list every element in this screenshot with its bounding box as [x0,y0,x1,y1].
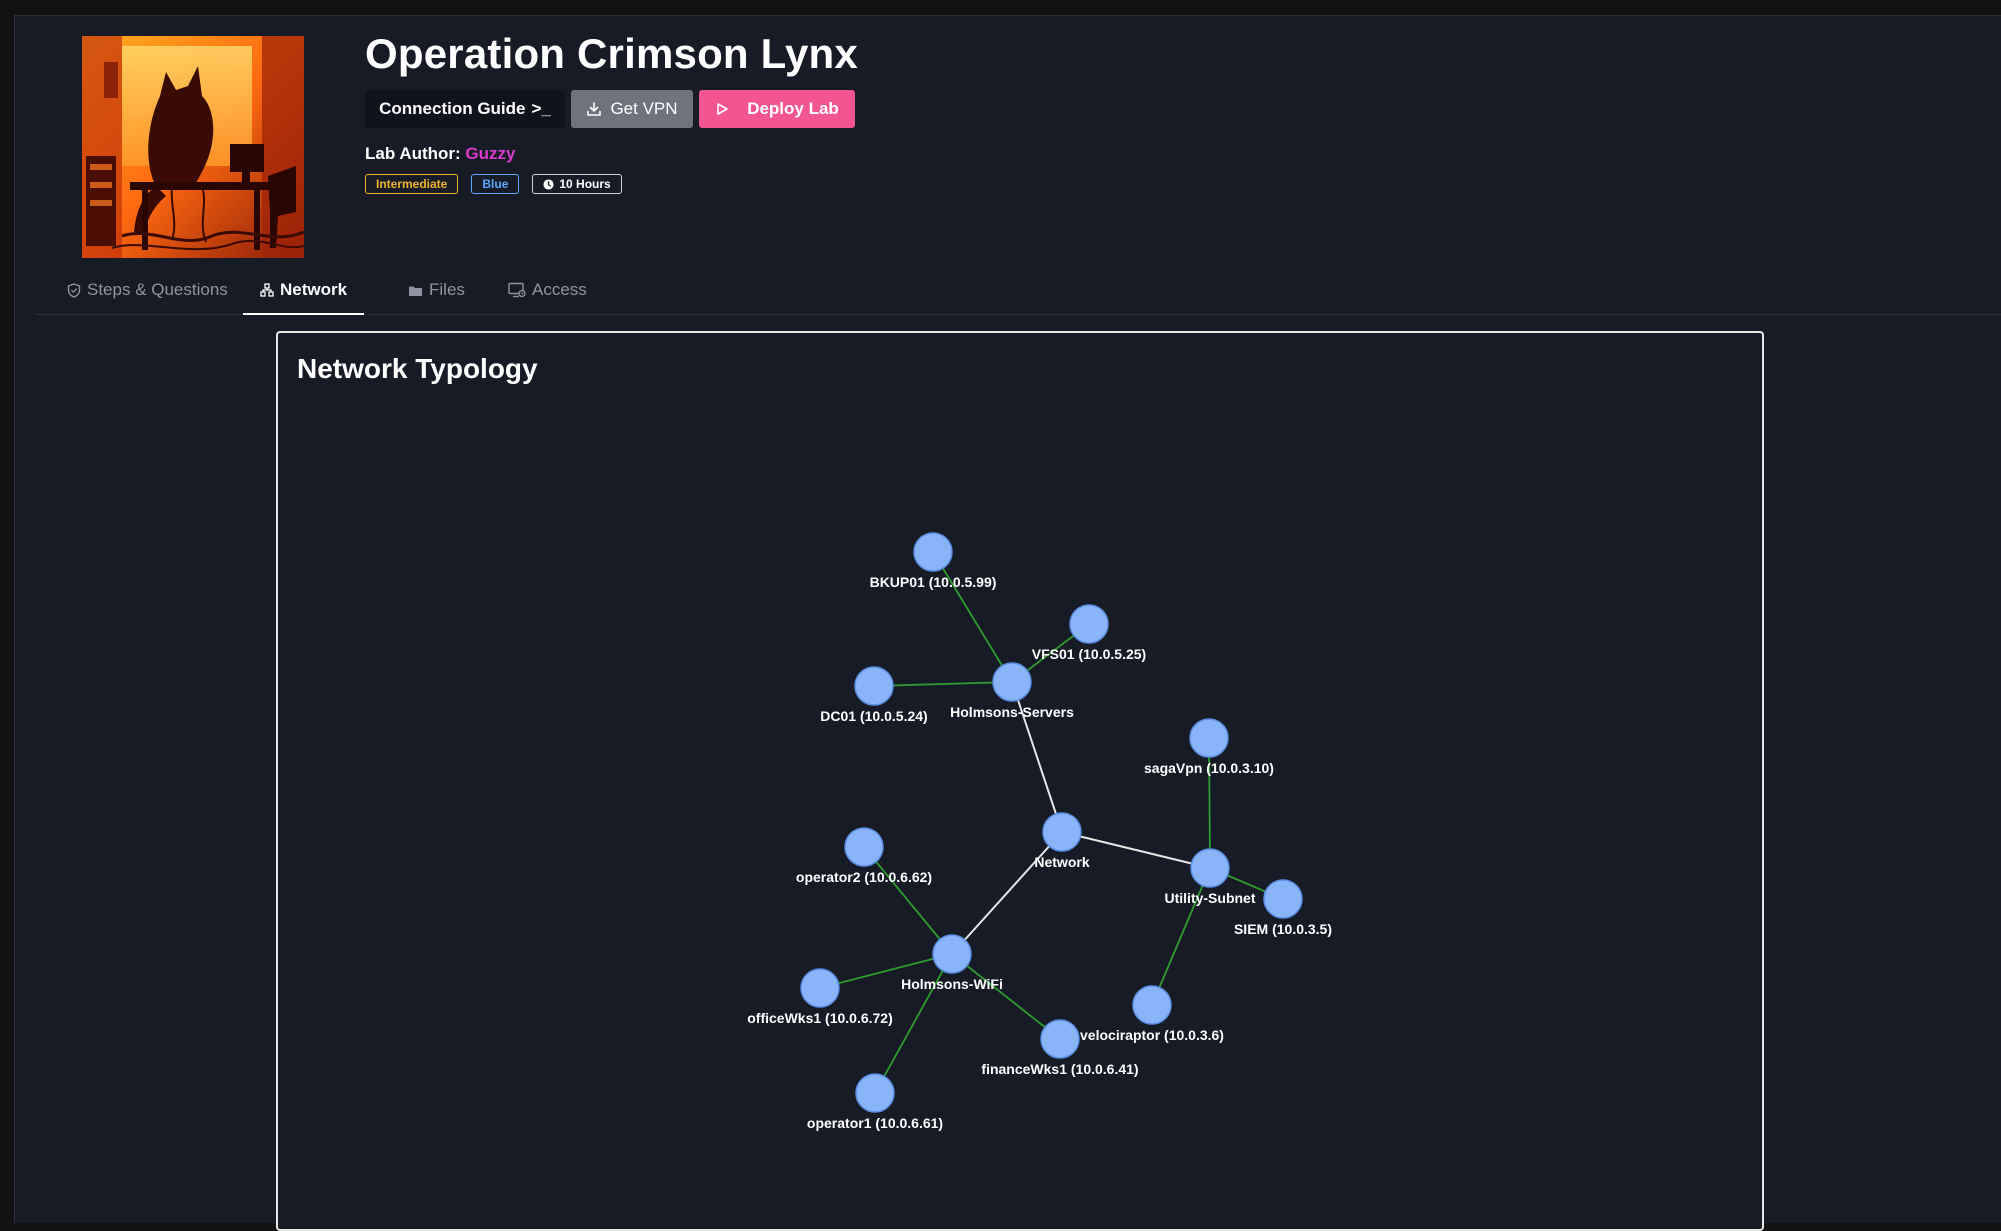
node-label: Network [1034,854,1089,870]
download-icon [586,101,602,117]
node-velociraptor[interactable]: velociraptor (10.0.3.6) [1080,985,1224,1043]
node-sagavpn[interactable]: sagaVpn (10.0.3.10) [1144,718,1274,776]
node-label: financeWks1 (10.0.6.41) [981,1061,1138,1077]
node-circle[interactable] [1190,848,1230,888]
node-bkup01[interactable]: BKUP01 (10.0.5.99) [870,532,997,590]
terminal-prompt-icon: >_ [531,99,551,118]
duration-label: 10 Hours [559,177,611,191]
node-holmsons-servers[interactable]: Holmsons-Servers [950,662,1074,720]
tab-files-label: Files [429,280,465,299]
link-holmsons-servers-bkup01 [932,551,1013,683]
node-label: Holmsons-Servers [950,704,1074,720]
node-label: VFS01 (10.0.5.25) [1032,646,1146,662]
node-label: BKUP01 (10.0.5.99) [870,574,997,590]
lab-page: Operation Crimson Lynx Connection Guide … [14,15,2001,1231]
lab-actions: Connection Guide >_ Get VPN Deploy Lab [365,90,855,128]
node-circle[interactable] [932,934,972,974]
node-circle[interactable] [1263,879,1303,919]
shield-icon [67,282,81,298]
node-label: operator1 (10.0.6.61) [807,1115,943,1131]
node-operator2[interactable]: operator2 (10.0.6.62) [796,827,932,885]
node-utility-subnet[interactable]: Utility-Subnet [1165,848,1256,906]
deploy-lab-label: Deploy Lab [747,99,839,118]
lab-tabs: Steps & Questions Network Files Access [35,266,2001,315]
network-topology-graph[interactable]: Network Holmsons-Servers Utility-Subnet Hol… [278,333,1762,1229]
node-label: operator2 (10.0.6.62) [796,869,932,885]
node-label: sagaVpn (10.0.3.10) [1144,760,1274,776]
node-circle[interactable] [1040,1019,1080,1059]
link-utility-subnet-velociraptor [1151,867,1211,1006]
lab-author: Lab Author: Guzzy [365,144,515,164]
connection-guide-label: Connection Guide [379,99,526,118]
tab-network-label: Network [280,279,348,299]
node-circle[interactable] [800,968,840,1008]
link-network-holmsons-wifi [951,831,1063,955]
node-dc01[interactable]: DC01 (10.0.5.24) [820,666,928,724]
network-panel: Network Typology Network Holmsons-Servers… [276,331,1764,1231]
lab-badges: Intermediate Blue 10 Hours [365,174,622,194]
lab-title: Operation Crimson Lynx [365,30,858,77]
node-circle[interactable] [855,1073,895,1113]
node-label: DC01 (10.0.5.24) [820,708,927,724]
node-vfs01[interactable]: VFS01 (10.0.5.25) [1032,604,1146,662]
link-holmsons-wifi-operator2 [863,846,953,955]
node-label: SIEM (10.0.3.5) [1234,921,1332,937]
lab-author-name[interactable]: Guzzy [465,144,515,163]
tab-files[interactable]: Files [408,266,465,314]
node-circle[interactable] [854,666,894,706]
cat-silhouette-cover-art-icon [82,36,304,258]
node-label: velociraptor (10.0.3.6) [1080,1027,1224,1043]
duration-badge: 10 Hours [532,174,622,194]
lab-cover-image [82,36,304,258]
clock-icon [543,178,554,190]
node-siem[interactable]: SIEM (10.0.3.5) [1234,879,1332,937]
node-circle[interactable] [1069,604,1109,644]
lab-author-prefix: Lab Author: [365,144,461,163]
node-circle[interactable] [1132,985,1172,1025]
folder-icon [408,284,423,297]
node-network[interactable]: Network [1034,812,1090,870]
monitor-icon [508,282,526,298]
tab-steps-questions[interactable]: Steps & Questions [67,266,228,314]
node-officewks1[interactable]: officeWks1 (10.0.6.72) [747,968,893,1026]
node-circle[interactable] [913,532,953,572]
node-circle[interactable] [844,827,884,867]
node-circle[interactable] [1189,718,1229,758]
node-label: Utility-Subnet [1165,890,1256,906]
connection-guide-button[interactable]: Connection Guide >_ [365,90,565,128]
tab-network[interactable]: Network [243,266,365,315]
get-vpn-label: Get VPN [610,99,678,118]
tab-access-label: Access [532,280,587,299]
network-icon [260,282,274,297]
node-label: officeWks1 (10.0.6.72) [747,1010,893,1026]
node-operator1[interactable]: operator1 (10.0.6.61) [807,1073,943,1131]
node-circle[interactable] [992,662,1032,702]
link-holmsons-servers-dc01 [873,681,1013,687]
deploy-lab-button[interactable]: Deploy Lab [699,90,855,128]
tab-steps-questions-label: Steps & Questions [87,280,228,299]
tab-access[interactable]: Access [508,266,587,314]
node-label: Holmsons-WiFi [901,976,1003,992]
team-badge: Blue [471,174,520,194]
node-circle[interactable] [1042,812,1082,852]
play-icon [715,102,729,116]
get-vpn-button[interactable]: Get VPN [571,90,693,128]
link-holmsons-wifi-financewks1 [951,953,1061,1040]
graph-nodes: Network Holmsons-Servers Utility-Subnet Hol… [747,532,1332,1131]
difficulty-badge: Intermediate [365,174,459,194]
